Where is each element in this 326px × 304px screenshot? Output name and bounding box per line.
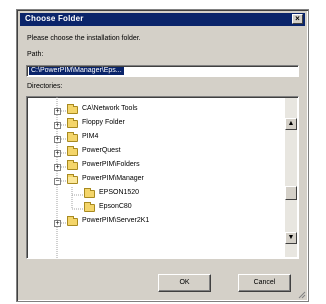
close-button[interactable]: ×	[292, 14, 303, 24]
ok-button[interactable]: OK	[158, 274, 211, 292]
expand-toggle[interactable]: +	[54, 220, 61, 227]
tree-item[interactable]: + PIM4	[27, 132, 267, 145]
folder-icon	[67, 132, 78, 142]
scroll-down-button[interactable]: ▼	[285, 232, 297, 244]
scroll-thumb[interactable]	[285, 186, 297, 200]
cancel-button[interactable]: Cancel	[238, 274, 291, 292]
folder-icon	[67, 118, 78, 128]
expand-toggle[interactable]: +	[54, 150, 61, 157]
folder-icon	[84, 202, 95, 212]
tree-item[interactable]: + PowerPIM\Server2K1	[27, 216, 267, 229]
tree-item[interactable]: + CA\Network Tools	[27, 104, 267, 117]
window-title: Choose Folder	[25, 14, 84, 23]
folder-icon	[67, 160, 78, 170]
choose-folder-dialog: Choose Folder × Please choose the instal…	[16, 9, 309, 302]
path-input[interactable]: C:\PowerPIM\Manager\Eps...	[26, 65, 299, 77]
tree-item[interactable]: EPSON1520	[27, 188, 267, 201]
tree-item[interactable]: + PowerQuest	[27, 146, 267, 159]
vertical-scrollbar[interactable]: ▲ ▼	[285, 98, 297, 257]
scroll-up-button[interactable]: ▲	[285, 118, 297, 130]
tree-item[interactable]: EpsonC80	[27, 202, 267, 215]
expand-toggle[interactable]: +	[54, 136, 61, 143]
path-value: C:\PowerPIM\Manager\Eps...	[29, 67, 124, 75]
directory-tree[interactable]: + CA\Network Tools + Floppy Folder + PIM…	[26, 96, 299, 259]
expand-toggle[interactable]: +	[54, 108, 61, 115]
arrow-down-icon: ▼	[287, 234, 295, 241]
tree-item[interactable]: − PowerPIM\Manager	[27, 174, 267, 187]
directories-label: Directories:	[27, 83, 63, 90]
folder-icon	[84, 188, 95, 198]
folder-icon	[67, 104, 78, 114]
resize-grip-icon[interactable]	[298, 291, 306, 299]
expand-toggle[interactable]: +	[54, 164, 61, 171]
folder-icon	[67, 216, 78, 226]
close-icon: ×	[295, 14, 300, 23]
tree-item[interactable]: + PowerPIM\Folders	[27, 160, 267, 173]
arrow-up-icon: ▲	[287, 120, 295, 127]
title-bar[interactable]: Choose Folder ×	[20, 13, 305, 26]
collapse-toggle[interactable]: −	[54, 178, 61, 185]
instruction-text: Please choose the installation folder.	[27, 35, 141, 42]
folder-icon	[67, 146, 78, 156]
path-label: Path:	[27, 51, 44, 58]
expand-toggle[interactable]: +	[54, 122, 61, 129]
tree-item[interactable]: + Floppy Folder	[27, 118, 267, 131]
open-folder-icon	[67, 174, 78, 184]
